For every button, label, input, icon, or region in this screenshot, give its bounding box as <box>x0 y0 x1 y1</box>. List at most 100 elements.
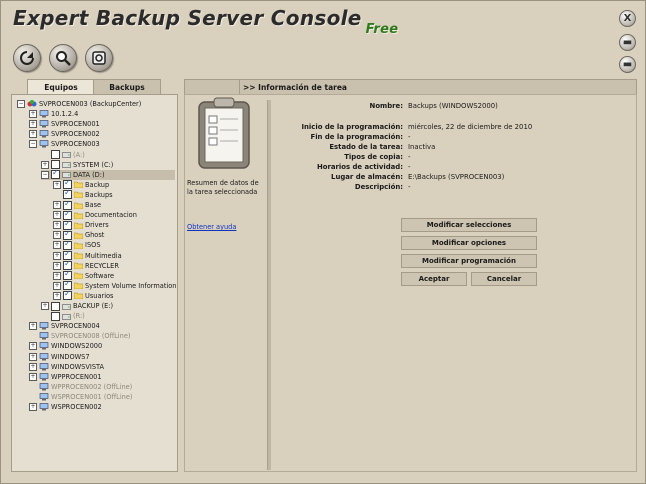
expand-toggle-icon[interactable]: − <box>29 140 37 149</box>
tree-item[interactable]: (R:) <box>41 311 85 321</box>
tree-item-label: Backups <box>85 190 113 199</box>
tree-checkbox[interactable] <box>51 150 60 159</box>
expand-toggle-icon[interactable]: + <box>53 231 61 240</box>
tree-item-label: BACKUP (E:) <box>73 302 114 310</box>
tree-checkbox[interactable] <box>51 168 60 180</box>
tree-item[interactable]: + Software <box>53 269 114 281</box>
tree-item[interactable]: + SVPROCEN002 <box>29 129 100 139</box>
expand-toggle-icon[interactable]: + <box>53 291 61 300</box>
task-info-label: Tipos de copia: <box>270 152 403 162</box>
expand-toggle-icon[interactable]: + <box>53 251 61 260</box>
tree-item-label: ISOS <box>85 241 101 250</box>
tree-item[interactable]: + SVPROCEN001 <box>29 119 100 129</box>
tree-checkbox[interactable] <box>63 289 72 301</box>
drive-icon <box>62 303 71 310</box>
expand-toggle-icon[interactable]: + <box>29 372 37 381</box>
tree-item-label: WPPROCEN001 <box>51 372 102 381</box>
tree-item[interactable]: − SVPROCEN003 <box>29 139 100 149</box>
expand-toggle-icon[interactable]: + <box>53 261 61 270</box>
tree-item[interactable]: +10.1.2.4 <box>29 109 78 119</box>
help-link[interactable]: Obtener ayuda <box>187 223 236 231</box>
expand-toggle-icon[interactable]: + <box>29 130 37 139</box>
drive-icon <box>62 162 71 168</box>
expand-toggle-icon[interactable]: + <box>29 110 37 119</box>
tree-item[interactable]: − DATA (D:) <box>41 168 175 180</box>
search-button[interactable] <box>49 44 77 72</box>
expand-toggle-icon[interactable]: + <box>29 322 37 331</box>
expand-toggle-icon[interactable]: + <box>41 160 49 169</box>
tree-item[interactable]: (A:) <box>41 150 85 160</box>
maximize-button[interactable]: ▬ <box>619 34 636 51</box>
computer-icon <box>39 332 49 340</box>
tree-item[interactable]: + System Volume Information <box>53 279 176 291</box>
tree-item[interactable]: + BACKUP (E:) <box>41 301 113 311</box>
computer-icon <box>39 342 49 350</box>
expand-toggle-icon[interactable]: + <box>29 403 37 411</box>
tree-item-label: RECYCLER <box>85 261 119 270</box>
expand-toggle-icon[interactable]: + <box>29 120 37 129</box>
tree-item[interactable]: + WINDOWS7 <box>29 352 90 362</box>
tree-item[interactable]: + WINDOWSVISTA <box>29 362 104 372</box>
computer-icon <box>39 403 49 411</box>
task-info-label: Inicio de la programación: <box>270 122 403 132</box>
expand-toggle-icon[interactable]: + <box>53 211 61 220</box>
tree-item[interactable]: + Usuarios <box>53 289 114 301</box>
computer-icon <box>39 372 49 381</box>
refresh-icon <box>20 51 34 65</box>
expand-toggle-icon[interactable]: + <box>53 221 61 230</box>
modify-selections-button[interactable]: Modificar selecciones <box>401 218 537 232</box>
cancel-button[interactable]: Cancelar <box>471 272 537 286</box>
tree-item[interactable]: WPPROCEN002 (OffLine) <box>29 382 132 392</box>
expand-toggle-icon[interactable]: + <box>53 241 61 250</box>
expand-toggle-icon[interactable]: − <box>41 170 49 179</box>
tree-item[interactable]: + RECYCLER <box>53 259 119 271</box>
tree-item[interactable]: + Drivers <box>53 219 109 230</box>
modify-options-button[interactable]: Modificar opciones <box>401 236 537 250</box>
tree-item[interactable]: + WINDOWS2000 <box>29 341 102 351</box>
tree-item[interactable]: + SVPROCEN004 <box>29 321 100 331</box>
expand-toggle-icon[interactable]: − <box>17 100 25 108</box>
expand-toggle-icon[interactable]: + <box>41 302 49 310</box>
expand-toggle-icon[interactable]: + <box>29 362 37 371</box>
tree-item-label: WSPROCEN001 (OffLine) <box>51 392 133 401</box>
folder-icon <box>74 181 83 189</box>
drive-icon <box>62 152 71 158</box>
field-label: Inicio de la programación: <box>301 123 403 131</box>
expand-toggle-icon[interactable]: + <box>53 201 61 209</box>
tree-checkbox[interactable] <box>51 311 60 321</box>
expand-toggle-icon[interactable]: + <box>29 342 37 351</box>
tree-item[interactable]: SVPROCEN008 (OffLine) <box>29 331 130 341</box>
refresh-button[interactable] <box>13 44 41 72</box>
tree-item[interactable]: + Base <box>53 199 101 210</box>
field-label: Estado de la tarea: <box>329 143 403 151</box>
expand-toggle-icon[interactable]: + <box>53 180 61 189</box>
tree-item[interactable]: + WPPROCEN001 <box>29 372 102 382</box>
tree-item-label: WINDOWS2000 <box>51 342 103 351</box>
tree-item[interactable]: + Ghost <box>53 229 104 240</box>
tree-checkbox[interactable] <box>51 301 60 311</box>
tree-item[interactable]: + ISOS <box>53 239 101 250</box>
tree-item[interactable]: WSPROCEN001 (OffLine) <box>29 392 132 402</box>
tree-item-label: SVPROCEN008 (OffLine) <box>51 332 131 341</box>
tab-equipos[interactable]: Equipos <box>27 79 95 95</box>
tree-item[interactable]: + WSPROCEN002 <box>29 402 102 412</box>
accept-button[interactable]: Aceptar <box>401 272 467 286</box>
tree-item[interactable]: − SVPROCEN003 (BackupCenter) <box>17 99 141 109</box>
field-label: Horarios de actividad: <box>316 163 403 171</box>
expand-toggle-icon[interactable]: + <box>53 281 61 290</box>
modify-schedule-button[interactable]: Modificar programación <box>401 254 537 268</box>
tree-item[interactable]: Backups <box>53 188 113 200</box>
tree-item[interactable]: + Backup <box>53 178 109 190</box>
folder-icon <box>74 192 83 199</box>
task-info-label: Estado de la tarea: <box>270 142 403 152</box>
minimize-button[interactable]: ▬ <box>619 56 636 73</box>
equipment-tree[interactable]: − SVPROCEN003 (BackupCenter) +10.1.2.4 + SVP… <box>11 94 178 472</box>
close-button[interactable]: X <box>619 10 636 27</box>
expand-toggle-icon[interactable]: + <box>29 352 37 361</box>
tree-item-label: WINDOWSVISTA <box>51 362 105 371</box>
folder-icon <box>74 252 83 259</box>
clipboard-icon <box>198 97 250 169</box>
settings-button[interactable] <box>85 44 113 72</box>
task-info-label: Nombre: <box>270 101 403 111</box>
expand-toggle-icon[interactable]: + <box>53 271 61 280</box>
